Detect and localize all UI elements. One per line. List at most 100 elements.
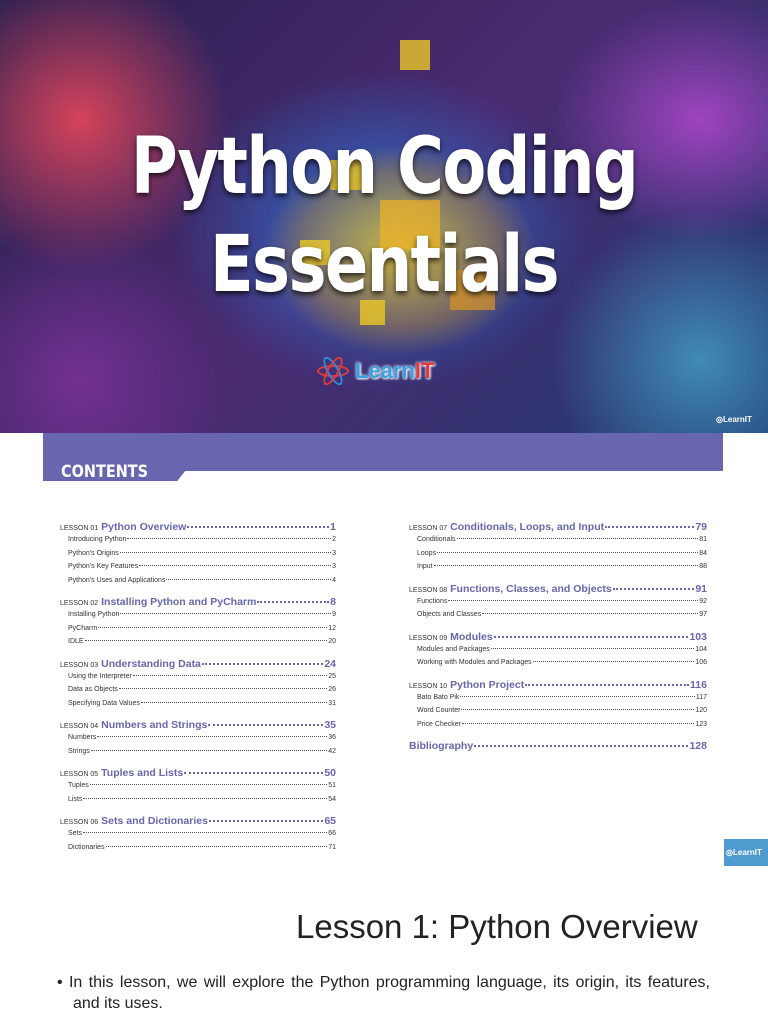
toc-subtopic[interactable]: Conditionals 81 xyxy=(409,536,707,550)
toc-subtopic[interactable]: Data as Objects 26 xyxy=(60,686,336,700)
dot-leader xyxy=(482,613,699,614)
subtopic-title: Using the Interpreter xyxy=(68,672,132,680)
toc-lesson-heading[interactable]: LESSON 04 Numbers and Strings 35 xyxy=(60,719,336,734)
toc-subtopic[interactable]: Objects and Classes 97 xyxy=(409,611,707,625)
toc-lesson: LESSON 08 Functions, Classes, and Objects… xyxy=(409,583,707,625)
lesson-number: LESSON 07 xyxy=(409,525,448,532)
page-number: 4 xyxy=(332,576,336,584)
subtopic-title: Dictionaries xyxy=(68,843,105,851)
toc-lesson-heading[interactable]: LESSON 02 Installing Python and PyCharm 8 xyxy=(60,596,336,611)
toc-subtopic[interactable]: Dictionaries 71 xyxy=(60,844,336,858)
dot-leader xyxy=(437,551,699,553)
page-number: 9 xyxy=(332,611,336,618)
dot-leader xyxy=(525,683,690,686)
toc-lesson-heading[interactable]: LESSON 07 Conditionals, Loops, and Input 7… xyxy=(409,521,707,536)
toc-subtopic[interactable]: Specifying Data Values 31 xyxy=(60,700,336,714)
page-number: 8 xyxy=(330,596,336,608)
toc-subtopic[interactable]: Loops 84 xyxy=(409,550,707,564)
page-number: 54 xyxy=(328,795,336,803)
dot-leader xyxy=(119,551,332,553)
subtopic-title: IDLE xyxy=(68,638,84,645)
dot-leader xyxy=(448,599,699,601)
toc-subtopic[interactable]: Python's Key Features 3 xyxy=(60,563,336,577)
cover-title: Python Coding Essentials xyxy=(130,122,639,310)
subtopic-title: Strings xyxy=(68,747,90,755)
lesson-number: LESSON 02 xyxy=(60,600,99,607)
subtopic-title: Objects and Classes xyxy=(417,611,482,618)
lesson-title: Numbers and Strings xyxy=(101,719,208,731)
toc-left-column: LESSON 01 Python Overview 1 Introducing Pyt… xyxy=(60,521,336,863)
toc-subtopic[interactable]: IDLE 20 xyxy=(60,638,336,652)
toc-subtopic[interactable]: Using the Interpreter 25 xyxy=(60,673,336,687)
toc-subtopic[interactable]: Numbers 36 xyxy=(60,734,336,748)
toc-lesson-heading[interactable]: LESSON 05 Tuples and Lists 50 xyxy=(60,767,336,782)
lesson-title: Installing Python and PyCharm xyxy=(101,596,257,608)
toc-subtopic[interactable]: Python's Origins 3 xyxy=(60,550,336,564)
dot-leader xyxy=(257,601,330,603)
subtopic-title: Installing Python xyxy=(68,611,120,618)
page-number: 91 xyxy=(695,582,707,595)
page-number: 12 xyxy=(328,624,336,632)
toc-subtopic[interactable]: Tuples 51 xyxy=(60,782,336,796)
toc-subtopic[interactable]: Bato Bato Pik 117 xyxy=(409,694,707,708)
lesson-number: LESSON 05 xyxy=(60,771,99,778)
dot-leader xyxy=(98,626,328,628)
subtopic-title: Introducing Python xyxy=(68,536,127,543)
page-number: 25 xyxy=(328,672,336,680)
toc-lesson-heading[interactable]: LESSON 09 Modules 103 xyxy=(409,631,707,646)
toc-lesson-heading[interactable]: LESSON 01 Python Overview 1 xyxy=(60,521,336,536)
toc-right-column: LESSON 07 Conditionals, Loops, and Input 7… xyxy=(409,521,707,761)
page-number: 66 xyxy=(328,830,336,837)
bullet-item: • In this lesson, we will explore the Py… xyxy=(57,974,711,1012)
toc-subtopic[interactable]: Introducing Python 2 xyxy=(60,536,336,550)
subtopic-title: Bato Bato Pik xyxy=(417,693,460,701)
page-number: 128 xyxy=(689,740,707,752)
subtopic-title: PyCharm xyxy=(68,624,98,632)
toc-subtopic[interactable]: Working with Modules and Packages 106 xyxy=(409,659,707,673)
dot-leader xyxy=(208,724,324,726)
toc-subtopic[interactable]: Strings 42 xyxy=(60,748,336,762)
lesson-number: LESSON 06 xyxy=(60,819,99,826)
toc-subtopic[interactable]: Price Checker 123 xyxy=(409,721,707,735)
dot-leader xyxy=(187,526,330,528)
page-number: 36 xyxy=(328,734,336,741)
toc-subtopic[interactable]: Lists 54 xyxy=(60,796,336,810)
toc-subtopic[interactable]: PyCharm 12 xyxy=(60,625,336,639)
toc-subtopic[interactable]: Modules and Packages 104 xyxy=(409,646,707,660)
lesson-number: LESSON 03 xyxy=(60,661,99,669)
dot-leader xyxy=(84,640,328,641)
subtopic-title: Conditionals xyxy=(417,536,456,543)
dot-leader xyxy=(612,587,695,590)
small-logo: ◎LearnIT xyxy=(726,848,762,857)
toc-lesson-heading[interactable]: LESSON 10 Python Project 116 xyxy=(409,679,707,694)
page-number: 88 xyxy=(699,563,707,570)
page-number: 116 xyxy=(690,678,707,691)
small-logo: ◎LearnIT xyxy=(716,415,752,424)
subtopic-title: Data as Objects xyxy=(68,686,118,693)
side-logo-tab: ◎LearnIT xyxy=(724,839,768,866)
lesson-title: Bibliography xyxy=(409,740,474,752)
toc-lesson-heading[interactable]: Bibliography 128 xyxy=(409,740,707,755)
toc-subtopic[interactable]: Installing Python 9 xyxy=(60,611,336,625)
page-number: 20 xyxy=(328,638,336,645)
toc-lesson-heading[interactable]: LESSON 03 Understanding Data 24 xyxy=(60,658,336,673)
toc-subtopic[interactable]: Word Counter 120 xyxy=(409,707,707,721)
toc-subtopic[interactable]: Input 88 xyxy=(409,563,707,577)
toc-subtopic[interactable]: Python's Uses and Applications 4 xyxy=(60,577,336,591)
page-number: 81 xyxy=(699,536,707,543)
lesson-number: LESSON 09 xyxy=(409,634,448,642)
dot-leader xyxy=(132,674,328,676)
toc-lesson-heading[interactable]: LESSON 06 Sets and Dictionaries 65 xyxy=(60,815,336,830)
toc-lesson: LESSON 05 Tuples and Lists 50 Tuples 51 Lists… xyxy=(60,767,336,809)
cover-image: Python Coding Essentials LearnIT ◎LearnI… xyxy=(0,0,768,433)
toc-lesson-heading[interactable]: LESSON 08 Functions, Classes, and Objects… xyxy=(409,583,707,598)
dot-leader xyxy=(493,635,689,638)
page-number: 3 xyxy=(332,563,336,570)
toc-subtopic[interactable]: Functions 92 xyxy=(409,598,707,612)
page-number: 84 xyxy=(699,549,707,557)
page-number: 35 xyxy=(324,719,336,731)
logo-text: LearnIT xyxy=(355,358,435,383)
toc-lesson: LESSON 04 Numbers and Strings 35 Numbers 36 S… xyxy=(60,719,336,761)
toc-subtopic[interactable]: Sets 66 xyxy=(60,830,336,844)
toc-lesson: LESSON 03 Understanding Data 24 Using the I… xyxy=(60,658,336,714)
